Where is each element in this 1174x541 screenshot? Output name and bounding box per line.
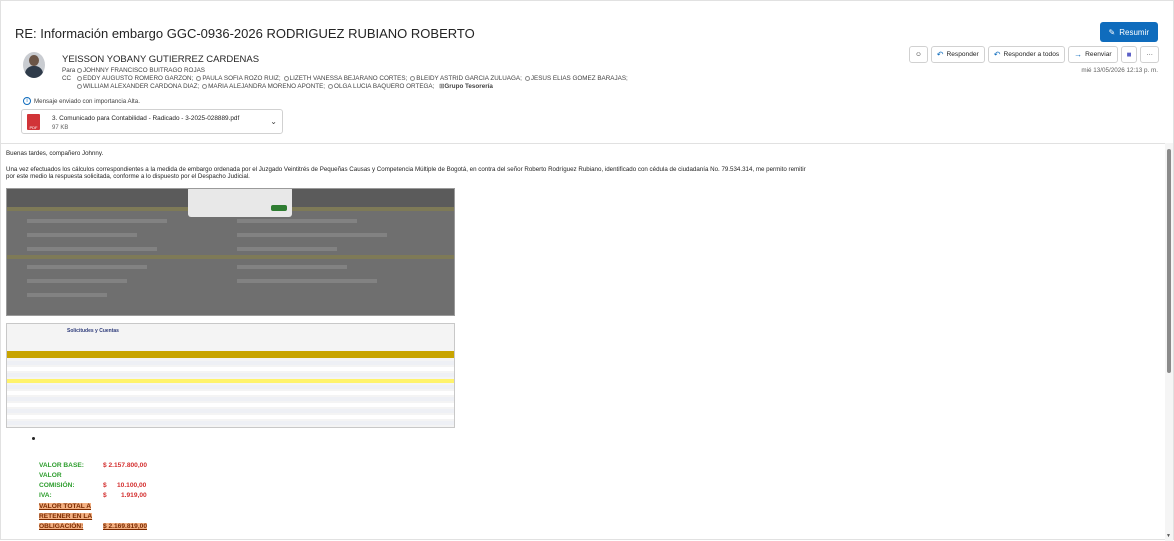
forward-label: Reenviar (1085, 51, 1112, 58)
email-reading-pane: RE: Información embargo GGC-0936-2026 RO… (0, 0, 1174, 541)
attachment-size: 97 KB (52, 125, 69, 131)
teams-icon: ■ (1126, 50, 1132, 59)
total-value: $ 2.169.819,00 (103, 523, 147, 530)
cc-label: CC (62, 75, 72, 82)
forward-button[interactable]: → Reenviar (1068, 46, 1118, 63)
cc-recipient[interactable]: BLEIDY ASTRID GARCIA ZULUAGA; (416, 75, 522, 82)
header-divider (1, 143, 1167, 144)
more-icon: ··· (1146, 51, 1153, 58)
recipient[interactable]: JOHNNY FRANCISCO BUITRAGO ROJAS (83, 67, 205, 74)
attachment-card[interactable]: PDF 3. Comunicado para Contabilidad - Ra… (21, 109, 283, 134)
email-subject: RE: Información embargo GGC-0936-2026 RO… (15, 26, 475, 41)
summarize-label: Resumir (1119, 27, 1149, 37)
emoji-button[interactable]: ☺ (909, 46, 928, 63)
total-label-2: RETENER EN LA (39, 513, 93, 520)
body-paragraph-line-2: por este medio la respuesta solicitada, … (6, 173, 250, 180)
emoji-icon: ☺ (915, 51, 922, 58)
sender-name[interactable]: YEISSON YOBANY GUTIERREZ CARDENAS (62, 54, 259, 65)
cc-recipient[interactable]: OLGA LUCIA BAQUERO ORTEGA; (334, 83, 434, 90)
total-label-3: OBLIGACIÓN: (39, 523, 84, 530)
importance-text: Mensaje enviado con importancia Alta. (34, 97, 140, 105)
reply-all-label: Responder a todos (1003, 51, 1060, 58)
cc-recipient[interactable]: EDDY AUGUSTO ROMERO GARZON; (83, 75, 193, 82)
forward-icon: → (1074, 50, 1083, 59)
cc-line-2: WILLIAM ALEXANDER CARDONA DIAZ; MARIA ALE… (74, 83, 493, 90)
to-label: Para (62, 67, 76, 74)
commission-label-2: COMISIÓN: (39, 482, 75, 489)
chevron-down-icon[interactable]: ⌄ (270, 117, 277, 126)
cc-recipient[interactable]: WILLIAM ALEXANDER CARDONA DIAZ; (83, 83, 199, 90)
body-greeting: Buenas tardes, compañero Johnny. (6, 150, 104, 157)
iva-currency: $ (103, 492, 107, 499)
sent-date: mié 13/05/2026 12:13 p. m. (1081, 67, 1158, 74)
cc-recipient[interactable]: LIZETH VANESSA BEJARANO CORTES; (290, 75, 408, 82)
total-label-1: VALOR TOTAL A (39, 503, 92, 510)
cc-recipient[interactable]: JESUS ELIAS GOMEZ BARAJAS; (531, 75, 628, 82)
reply-label: Responder (946, 51, 979, 58)
summarize-button[interactable]: ✎ Resumir (1099, 22, 1158, 42)
message-actions: ☺ ↶ Responder ↶ Responder a todos → Reenvia… (909, 46, 1159, 63)
body-paragraph-line-1: Una vez efectuados los cálculos correspo… (6, 166, 806, 173)
importance-notice: i Mensaje enviado con importancia Alta. (23, 97, 140, 105)
reply-all-icon: ↶ (993, 50, 1001, 59)
commission-currency: $ (103, 482, 107, 489)
embedded-title: Solicitudes y Cuentas (67, 328, 119, 334)
reply-all-button[interactable]: ↶ Responder a todos (987, 46, 1066, 63)
scroll-down-icon[interactable]: ▼ (1166, 533, 1171, 539)
scrollbar-thumb[interactable] (1167, 149, 1171, 373)
cc-line: CC EDDY AUGUSTO ROMERO GARZON; PAULA SOFIA… (62, 75, 628, 82)
iva-label: IVA: (39, 492, 52, 499)
more-options-button[interactable]: ··· (1140, 46, 1159, 63)
base-label: VALOR BASE: (39, 462, 84, 469)
reply-button[interactable]: ↶ Responder (930, 46, 985, 63)
teams-button[interactable]: ■ (1120, 46, 1138, 63)
reply-icon: ↶ (936, 50, 944, 59)
cc-group[interactable]: Grupo Tesorería (444, 83, 493, 90)
attachment-name: 3. Comunicado para Contabilidad - Radica… (52, 115, 240, 122)
embedded-dialog (188, 189, 292, 217)
commission-label-1: VALOR (39, 472, 62, 479)
scrollbar[interactable]: ▼ (1165, 143, 1173, 541)
cc-recipient[interactable]: PAULA SOFIA ROZO RUIZ; (202, 75, 280, 82)
cc-recipient[interactable]: MARIA ALEJANDRA MORENO APONTE; (208, 83, 325, 90)
info-icon: i (23, 97, 31, 105)
base-value: $ 2.157.800,00 (103, 462, 147, 469)
to-line: Para JOHNNY FRANCISCO BUITRAGO ROJAS (62, 67, 205, 74)
sender-avatar[interactable] (23, 52, 45, 78)
summarize-icon: ✎ (1108, 27, 1116, 37)
iva-value: 1.919,00 (121, 492, 147, 499)
bullet-point (32, 437, 35, 440)
embedded-screenshot-1[interactable] (6, 188, 455, 316)
pdf-icon: PDF (27, 114, 40, 130)
embedded-screenshot-2[interactable]: Solicitudes y Cuentas (6, 323, 455, 428)
commission-value: 10.100,00 (117, 482, 147, 489)
